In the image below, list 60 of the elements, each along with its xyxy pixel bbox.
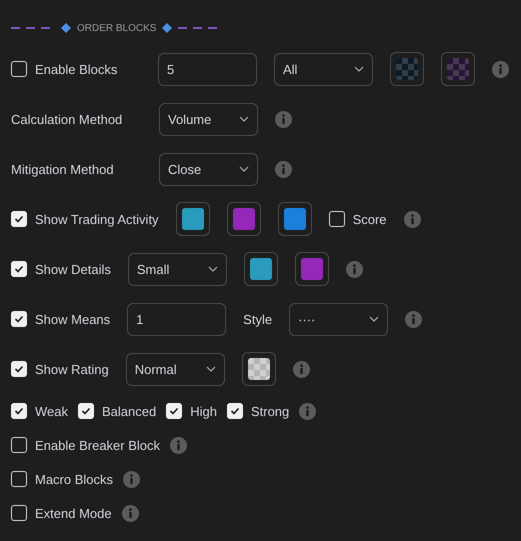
section-title: ORDER BLOCKS xyxy=(77,22,156,34)
check-icon xyxy=(14,364,24,374)
color-swatch[interactable] xyxy=(390,52,424,86)
diamond-icon xyxy=(61,23,71,33)
check-icon xyxy=(14,314,24,324)
color-swatch[interactable] xyxy=(278,202,312,236)
color-swatch[interactable] xyxy=(226,202,261,236)
color-swatch[interactable] xyxy=(441,52,475,86)
checkbox[interactable]: Extend Mode xyxy=(11,505,112,521)
chevron-down-icon xyxy=(354,66,364,72)
info-icon[interactable] xyxy=(275,160,292,178)
check-icon xyxy=(230,406,240,416)
chevron-down-icon xyxy=(208,266,218,272)
input-field[interactable]: 5 xyxy=(158,52,257,86)
chevron-down-icon xyxy=(369,316,380,322)
diamond-icon xyxy=(162,23,172,33)
info-icon[interactable] xyxy=(123,470,140,488)
dropdown[interactable]: Small xyxy=(128,252,227,286)
color-swatch[interactable] xyxy=(294,252,329,286)
field-label: Calculation Method xyxy=(11,112,124,126)
checkbox[interactable]: Show Details xyxy=(11,261,111,277)
checkbox[interactable]: Enable Breaker Block xyxy=(11,437,160,453)
checkbox[interactable]: Show Means xyxy=(11,311,110,327)
check-icon xyxy=(14,214,24,224)
checkbox[interactable]: Show Trading Activity xyxy=(11,211,159,227)
checkbox[interactable]: Macro Blocks xyxy=(11,471,114,487)
color-swatch[interactable] xyxy=(244,252,278,286)
dropdown[interactable]: Volume xyxy=(159,102,258,136)
check-icon xyxy=(169,406,180,416)
dropdown[interactable]: ···· xyxy=(289,302,388,336)
dropdown[interactable]: Normal xyxy=(126,352,225,386)
info-icon[interactable] xyxy=(292,360,310,378)
checkbox[interactable]: High xyxy=(166,403,217,419)
color-swatch[interactable] xyxy=(242,352,276,386)
checkbox[interactable]: Weak xyxy=(11,403,68,419)
info-icon[interactable] xyxy=(492,60,509,78)
info-icon[interactable] xyxy=(346,260,363,278)
chevron-down-icon xyxy=(239,166,249,172)
info-icon[interactable] xyxy=(405,310,422,328)
checkbox[interactable]: Show Rating xyxy=(11,361,109,377)
chevron-down-icon xyxy=(239,116,249,122)
check-icon xyxy=(81,406,91,416)
info-icon[interactable] xyxy=(170,436,188,454)
chevron-down-icon xyxy=(206,366,216,372)
field-label: Mitigation Method xyxy=(11,162,115,176)
field-label: Style xyxy=(243,312,272,326)
dropdown[interactable]: Close xyxy=(159,152,258,186)
dropdown[interactable]: All xyxy=(274,52,373,86)
input-field[interactable]: 1 xyxy=(127,302,226,336)
check-icon xyxy=(14,264,24,274)
info-icon[interactable] xyxy=(404,210,421,228)
check-icon xyxy=(14,406,24,416)
color-swatch[interactable] xyxy=(176,202,210,236)
checkbox[interactable]: Balanced xyxy=(78,403,156,419)
info-icon[interactable] xyxy=(275,110,292,128)
info-icon[interactable] xyxy=(122,504,139,522)
info-icon[interactable] xyxy=(299,402,316,420)
checkbox[interactable]: Strong xyxy=(226,403,290,419)
checkbox[interactable]: Enable Blocks xyxy=(11,61,141,77)
checkbox[interactable]: Score xyxy=(328,211,387,227)
